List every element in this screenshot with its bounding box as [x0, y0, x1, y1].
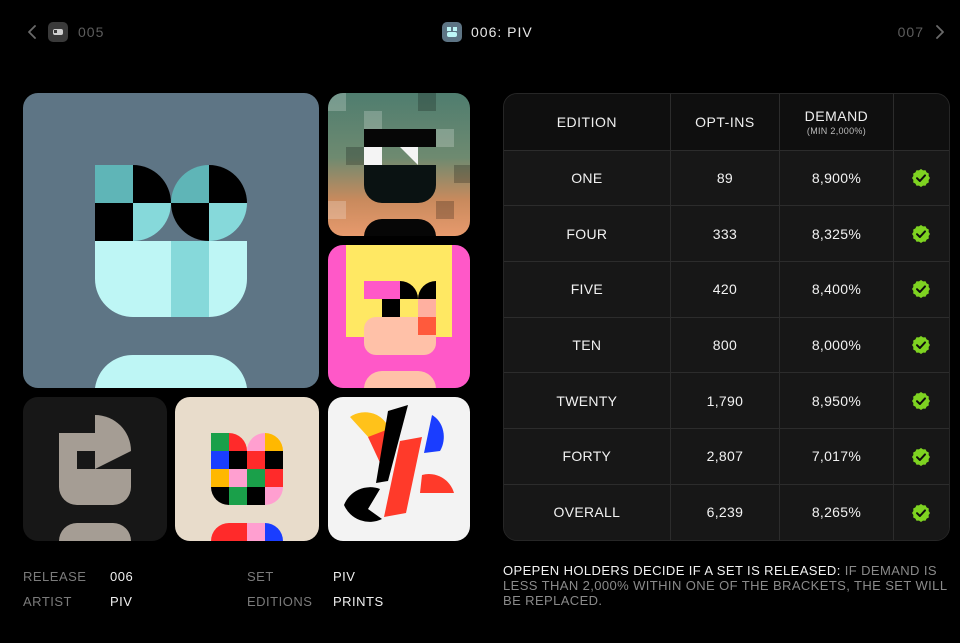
check-circle-icon [912, 280, 931, 299]
set-label: SET [247, 569, 274, 584]
edition-cell: FOUR [504, 205, 671, 262]
artwork-face-teal-icon [23, 93, 319, 388]
set-value: PIV [333, 569, 356, 584]
status-column-header [893, 94, 949, 151]
table-header-row: EDITION OPT-INS DEMAND (MIN 2,000%) [504, 94, 949, 151]
optins-cell: 800 [670, 317, 781, 374]
optins-cell: 1,790 [670, 372, 781, 430]
table-row: TEN 800 8,000% [504, 317, 949, 374]
artist-value: PIV [110, 594, 133, 609]
artwork-abstract-shapes-icon [328, 397, 470, 541]
top-navigation: 005 006: PIV 007 [0, 0, 960, 64]
artwork-grey-face-icon [23, 397, 167, 541]
check-circle-icon [912, 169, 931, 187]
status-cell [893, 372, 949, 430]
demand-table-grid: EDITION OPT-INS DEMAND (MIN 2,000%) ONE 8… [504, 94, 949, 540]
table-row: ONE 89 8,900% [504, 150, 949, 207]
next-set-link[interactable]: 007 [898, 20, 946, 44]
artist-label: ARTIST [23, 594, 72, 609]
chevron-right-icon [936, 25, 944, 39]
table-row: OVERALL 6,239 8,265% [504, 484, 949, 540]
editions-value: PRINTS [333, 594, 384, 609]
release-label: RELEASE [23, 569, 87, 584]
current-set-title: 006: PIV [442, 20, 533, 44]
demand-cell: 8,900% [779, 150, 894, 207]
optins-cell: 2,807 [670, 428, 781, 485]
artwork-edition-ten[interactable] [23, 397, 167, 541]
artwork-pixel-face-icon [328, 93, 470, 236]
current-set-label: 006: PIV [471, 24, 533, 40]
demand-cell: 8,400% [779, 261, 894, 318]
set-005-thumbnail-icon [48, 22, 68, 42]
optins-cell: 333 [670, 205, 781, 262]
status-cell [893, 150, 949, 207]
release-value: 006 [110, 569, 134, 584]
demand-header-label: DEMAND [804, 107, 869, 124]
release-rule-heading: OPEPEN HOLDERS DECIDE IF A SET IS RELEAS… [503, 563, 841, 578]
status-cell [893, 317, 949, 374]
edition-cell: TWENTY [504, 372, 671, 430]
table-row: FOUR 333 8,325% [504, 205, 949, 262]
demand-cell: 8,325% [779, 205, 894, 262]
artwork-edition-four[interactable] [328, 93, 470, 236]
demand-column-header: DEMAND (MIN 2,000%) [779, 94, 894, 151]
check-circle-icon [912, 336, 931, 355]
status-cell [893, 484, 949, 540]
optins-cell: 420 [670, 261, 781, 318]
edition-cell: ONE [504, 150, 671, 207]
edition-column-header: EDITION [504, 94, 671, 151]
table-row: TWENTY 1,790 8,950% [504, 372, 949, 430]
check-circle-icon [912, 447, 931, 466]
optins-cell: 89 [670, 150, 781, 207]
previous-set-number: 005 [78, 24, 105, 40]
table-row: FIVE 420 8,400% [504, 261, 949, 318]
optins-column-header: OPT-INS [670, 94, 781, 151]
editions-label: EDITIONS [247, 594, 313, 609]
check-circle-icon [912, 224, 931, 243]
demand-table: EDITION OPT-INS DEMAND (MIN 2,000%) ONE 8… [503, 93, 950, 541]
check-circle-icon [912, 391, 931, 410]
demand-cell: 8,000% [779, 317, 894, 374]
edition-cell: FORTY [504, 428, 671, 485]
artwork-edition-five[interactable] [328, 245, 470, 388]
demand-cell: 7,017% [779, 428, 894, 485]
artwork-blonde-face-icon [328, 245, 470, 388]
artwork-edition-forty[interactable] [328, 397, 470, 541]
chevron-left-icon [28, 25, 36, 39]
status-cell [893, 205, 949, 262]
edition-cell: OVERALL [504, 484, 671, 540]
status-cell [893, 261, 949, 318]
optins-cell: 6,239 [670, 484, 781, 540]
demand-cell: 8,950% [779, 372, 894, 430]
demand-cell: 8,265% [779, 484, 894, 540]
edition-cell: TEN [504, 317, 671, 374]
status-cell [893, 428, 949, 485]
edition-cell: FIVE [504, 261, 671, 318]
release-rule-note: OPEPEN HOLDERS DECIDE IF A SET IS RELEAS… [503, 563, 948, 608]
artwork-edition-twenty[interactable] [175, 397, 319, 541]
next-set-number: 007 [897, 24, 924, 40]
table-row: FORTY 2,807 7,017% [504, 428, 949, 485]
previous-set-link[interactable]: 005 [26, 20, 104, 44]
artwork-large-edition-one[interactable] [23, 93, 319, 388]
check-circle-icon [912, 503, 931, 522]
demand-header-minimum: (MIN 2,000%) [806, 125, 867, 136]
artwork-colorful-face-icon [175, 397, 319, 541]
set-006-thumbnail-icon [442, 22, 462, 42]
